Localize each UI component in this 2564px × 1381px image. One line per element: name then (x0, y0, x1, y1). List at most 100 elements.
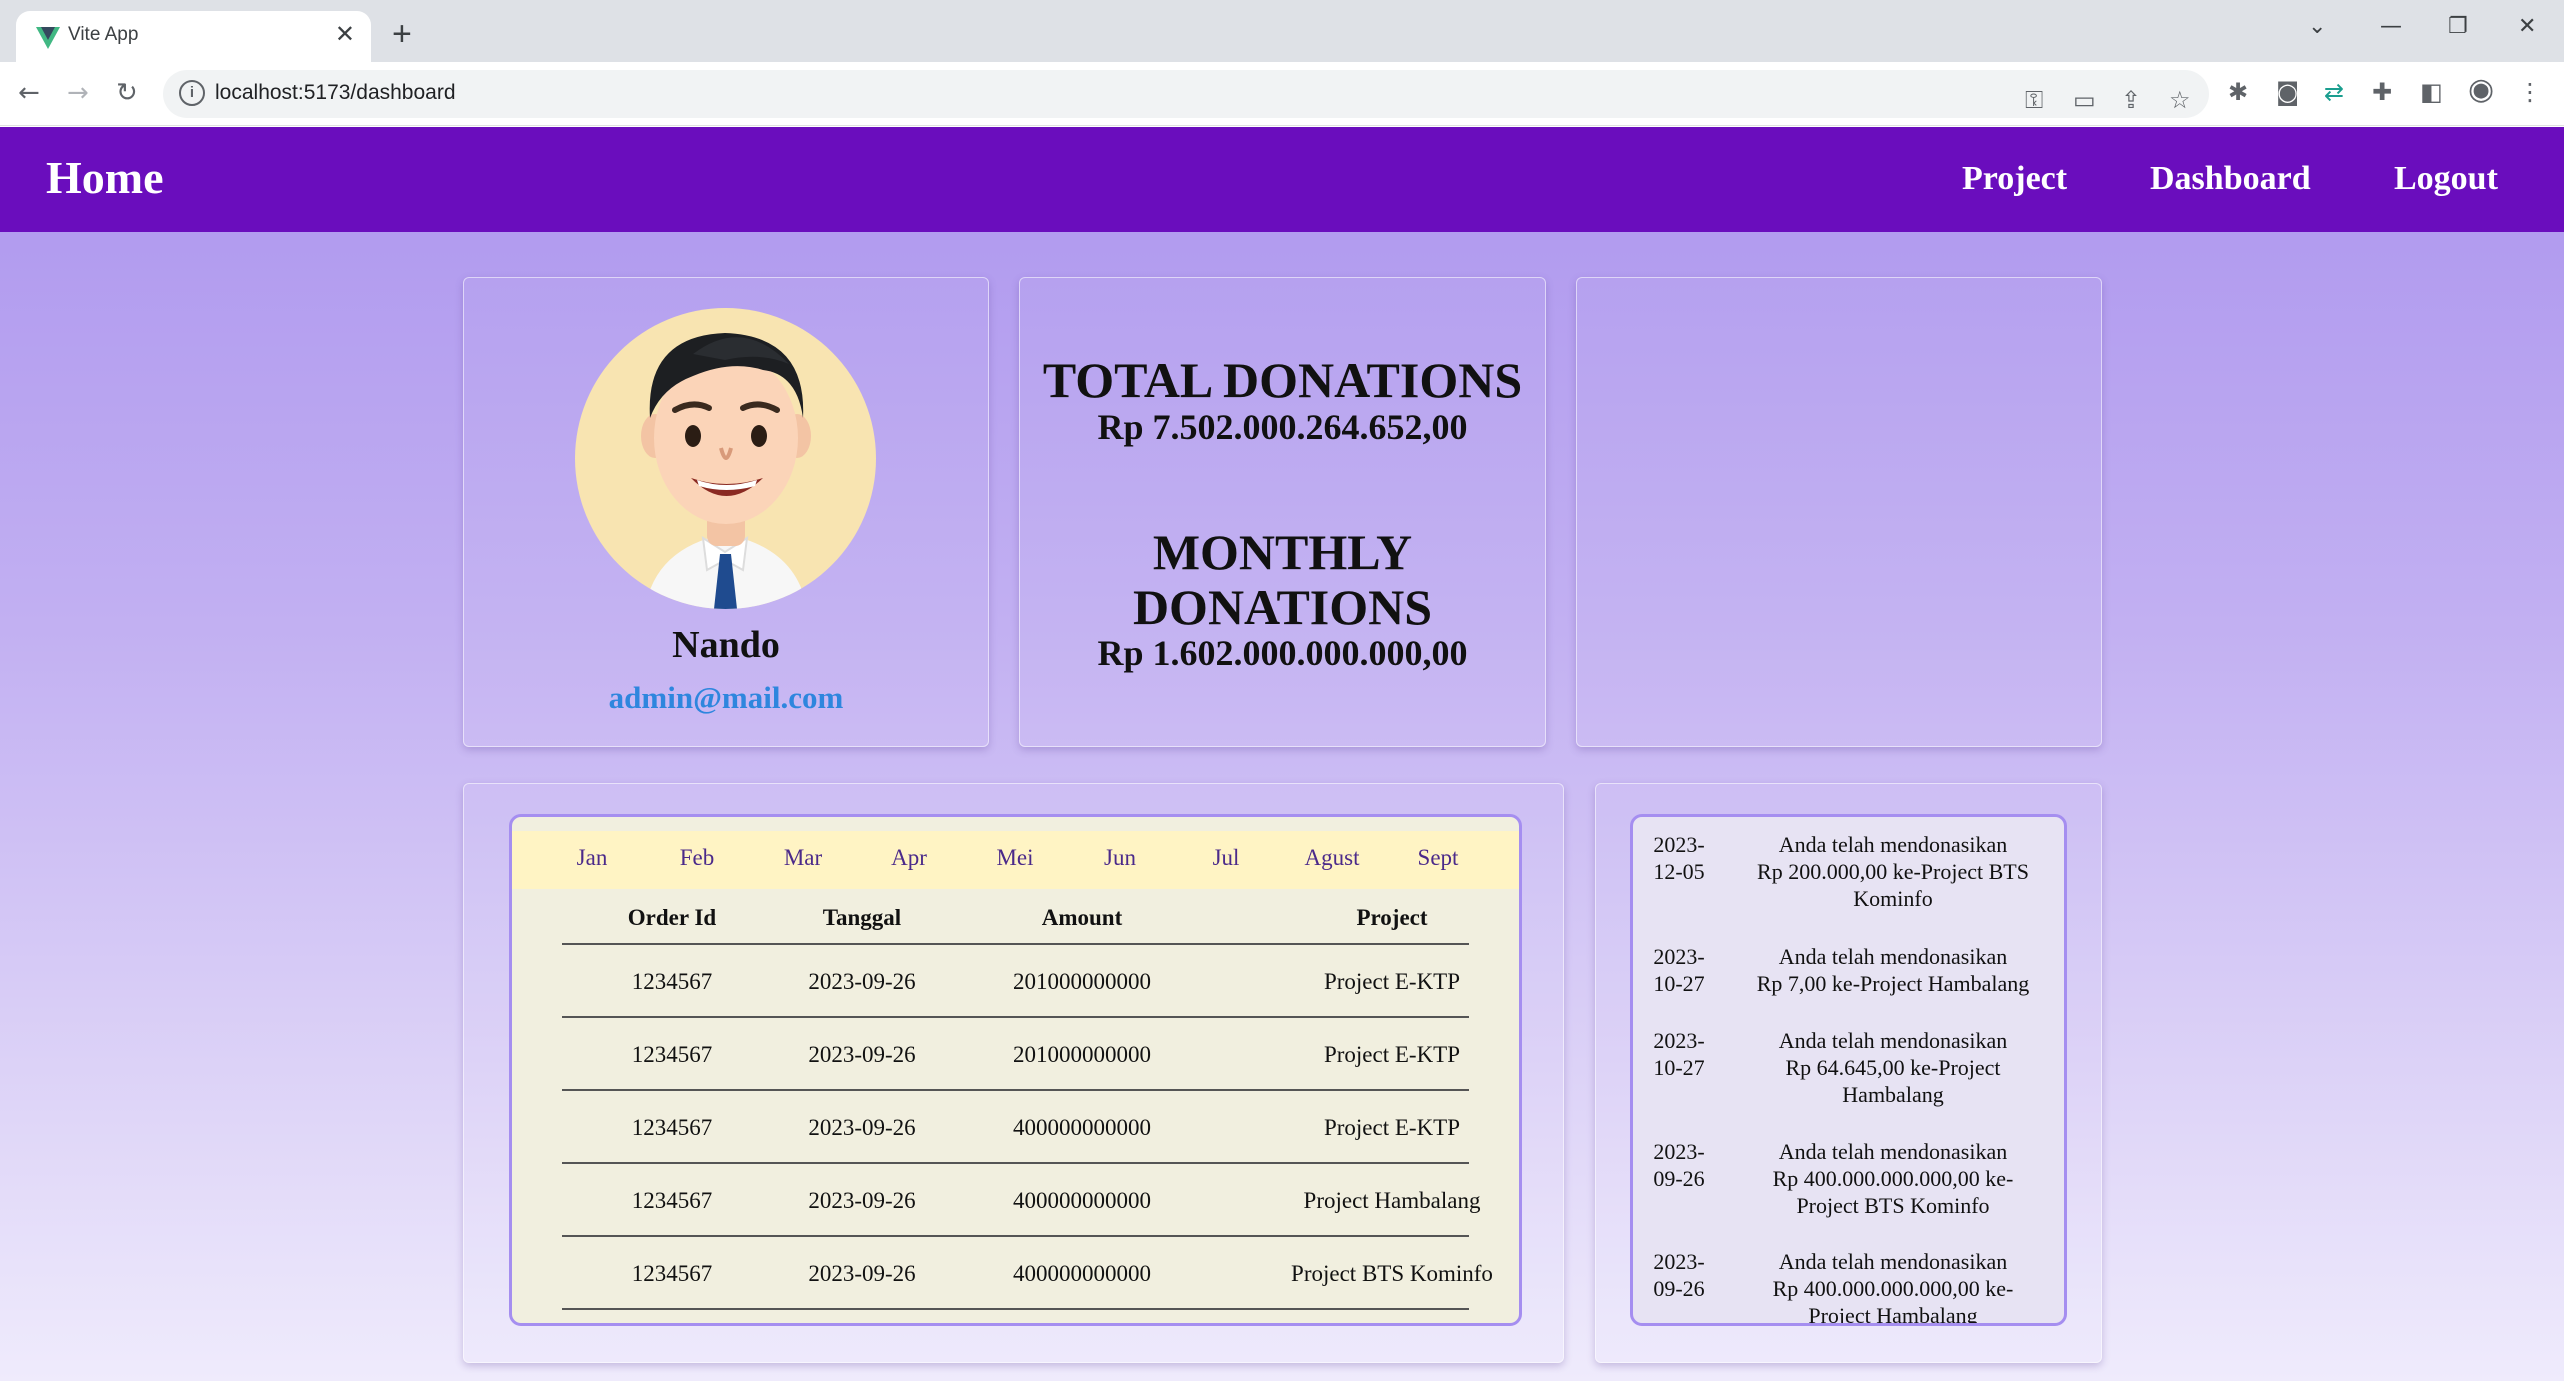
bookmark-star-icon[interactable]: ☆ (2169, 86, 2191, 114)
site-info-icon[interactable]: i (179, 80, 205, 106)
activity-date-day: 09-26 (1653, 1276, 1705, 1301)
cell-tanggal: 2023-09-26 (808, 1115, 916, 1140)
activity-date-year: 2023- (1653, 1139, 1705, 1164)
cell-order-id: 1234567 (631, 1042, 713, 1067)
camera-icon[interactable]: ◙ (2276, 78, 2299, 106)
month-tab-jun[interactable]: Jun (1070, 845, 1170, 871)
header-tanggal: Tanggal (822, 905, 902, 930)
vite-logo-icon (36, 27, 60, 49)
activity-text-line: Hambalang (1842, 1082, 1944, 1107)
activity-text-line: Anda telah mendonasikan (1778, 832, 2008, 857)
card-icon[interactable]: ▭ (2073, 86, 2096, 114)
bug-icon[interactable]: ✱ (2228, 78, 2248, 106)
monthly-donations-title-line1: MONTHLY (1152, 524, 1413, 580)
month-tab-feb[interactable]: Feb (647, 845, 747, 871)
header-order-id: Order Id (627, 905, 717, 930)
cell-order-id: 1234567 (631, 1188, 713, 1213)
browser-tab[interactable]: Vite App ✕ (16, 11, 371, 62)
activity-text-line: Project Hambalang (1808, 1303, 1978, 1326)
cell-amount: 400000000000 (1013, 1261, 1151, 1286)
url-text[interactable]: localhost:5173/dashboard (215, 81, 456, 105)
share-icon[interactable]: ⇪ (2121, 86, 2141, 114)
activity-date-year: 2023- (1653, 1028, 1705, 1053)
activity-text-line: Rp 200.000,00 ke-Project BTS (1757, 859, 2029, 884)
key-icon[interactable]: ⚿ (2025, 86, 2043, 114)
month-tab-mei[interactable]: Mei (965, 845, 1065, 871)
activity-date-year: 2023- (1653, 944, 1705, 969)
window-close-icon[interactable]: ✕ (2518, 14, 2536, 39)
profile-card: Nando admin@mail.com (463, 277, 989, 747)
activity-text-line: Kominfo (1853, 886, 1933, 911)
forward-icon[interactable]: → (67, 75, 89, 111)
profile-icon[interactable]: ◉ (2468, 75, 2494, 105)
activity-date-day: 12-05 (1653, 859, 1705, 884)
cell-project: Project BTS Kominfo (1291, 1261, 1493, 1286)
total-donations-value: Rp 7.502.000.264.652,00 (1097, 407, 1468, 447)
activity-date-day: 10-27 (1653, 971, 1705, 996)
activity-text-line: Rp 64.645,00 ke-Project (1785, 1055, 2001, 1080)
activity-date-year: 2023- (1653, 1249, 1705, 1274)
donations-card: TOTAL DONATIONS Rp 7.502.000.264.652,00 … (1019, 277, 1546, 747)
activity-text-line: Anda telah mendonasikan (1778, 944, 2008, 969)
activity-date-day: 09-26 (1653, 1166, 1705, 1191)
total-donations-title: TOTAL DONATIONS (1042, 352, 1523, 408)
cell-amount: 201000000000 (1013, 1042, 1151, 1067)
table-divider (562, 943, 1469, 945)
nav-project-link[interactable]: Project (1962, 160, 2067, 198)
month-tab-jan[interactable]: Jan (542, 845, 642, 871)
cell-amount: 400000000000 (1013, 1115, 1151, 1140)
cell-tanggal: 2023-09-26 (808, 1188, 916, 1213)
cell-amount: 400000000000 (1013, 1188, 1151, 1213)
monthly-donations-value: Rp 1.602.000.000.000,00 (1097, 633, 1468, 673)
new-tab-button[interactable]: + (392, 16, 412, 52)
minimize-icon[interactable]: — (2380, 14, 2402, 39)
activity-date-day: 10-27 (1653, 1055, 1705, 1080)
month-tab-jul[interactable]: Jul (1176, 845, 1276, 871)
monthly-donations-title-line2: DONATIONS (1132, 579, 1433, 635)
header-project: Project (1356, 905, 1428, 930)
avatar-illustration (641, 333, 811, 609)
nav-logout-link[interactable]: Logout (2394, 160, 2498, 198)
month-tab-agust[interactable]: Agust (1282, 845, 1382, 871)
cell-tanggal: 2023-09-26 (808, 969, 916, 994)
activity-text-line: Rp 400.000.000.000,00 ke- (1772, 1276, 2014, 1301)
nav-dashboard-link[interactable]: Dashboard (2150, 160, 2311, 198)
cell-project: Project E-KTP (1323, 1042, 1461, 1067)
cell-amount: 201000000000 (1013, 969, 1151, 994)
tab-search-icon[interactable]: ⌄ (2308, 14, 2326, 39)
cell-tanggal: 2023-09-26 (808, 1042, 916, 1067)
reload-icon[interactable]: ↻ (116, 75, 138, 111)
month-tab-apr[interactable]: Apr (859, 845, 959, 871)
menu-icon[interactable]: ⋮ (2518, 78, 2542, 106)
activity-text-line: Project BTS Kominfo (1796, 1193, 1990, 1218)
cell-order-id: 1234567 (631, 1115, 713, 1140)
cell-order-id: 1234567 (631, 969, 713, 994)
activity-date-year: 2023- (1653, 832, 1705, 857)
empty-card (1576, 277, 2102, 747)
restore-icon[interactable]: ❐ (2448, 14, 2468, 39)
month-filter-bar: Jan Feb Mar Apr Mei Jun Jul Agust Sept (512, 831, 1519, 889)
cell-project: Project Hambalang (1303, 1188, 1481, 1213)
activity-text-line: Anda telah mendonasikan (1778, 1028, 2008, 1053)
activity-text-line: Anda telah mendonasikan (1778, 1139, 2008, 1164)
side-panel-icon[interactable]: ◧ (2420, 78, 2443, 106)
address-bar[interactable]: i localhost:5173/dashboard ⚿ ▭ ⇪ ☆ (163, 70, 2209, 118)
profile-email[interactable]: admin@mail.com (464, 680, 988, 716)
table-divider (562, 1016, 1469, 1018)
activity-text-line: Rp 400.000.000.000,00 ke- (1772, 1166, 2014, 1191)
month-tab-mar[interactable]: Mar (753, 845, 853, 871)
cell-order-id: 1234567 (631, 1261, 713, 1286)
cell-project: Project E-KTP (1323, 1115, 1461, 1140)
back-icon[interactable]: ← (18, 75, 40, 111)
translate-icon[interactable]: ⇄ (2324, 78, 2344, 106)
month-tab-sept[interactable]: Sept (1388, 845, 1488, 871)
browser-toolbar: ← → ↻ i localhost:5173/dashboard ⚿ ▭ ⇪ ☆… (0, 62, 2564, 126)
activity-text-line: Rp 7,00 ke-Project Hambalang (1756, 971, 2030, 996)
activity-text-line: Anda telah mendonasikan (1778, 1249, 2008, 1274)
avatar (575, 308, 876, 609)
close-tab-icon[interactable]: ✕ (335, 21, 355, 49)
transactions-table-frame: Jan Feb Mar Apr Mei Jun Jul Agust Sept O… (509, 814, 1522, 1326)
extensions-icon[interactable]: ✚ (2372, 78, 2392, 106)
cell-project: Project E-KTP (1323, 969, 1461, 994)
nav-home-link[interactable]: Home (46, 151, 164, 204)
